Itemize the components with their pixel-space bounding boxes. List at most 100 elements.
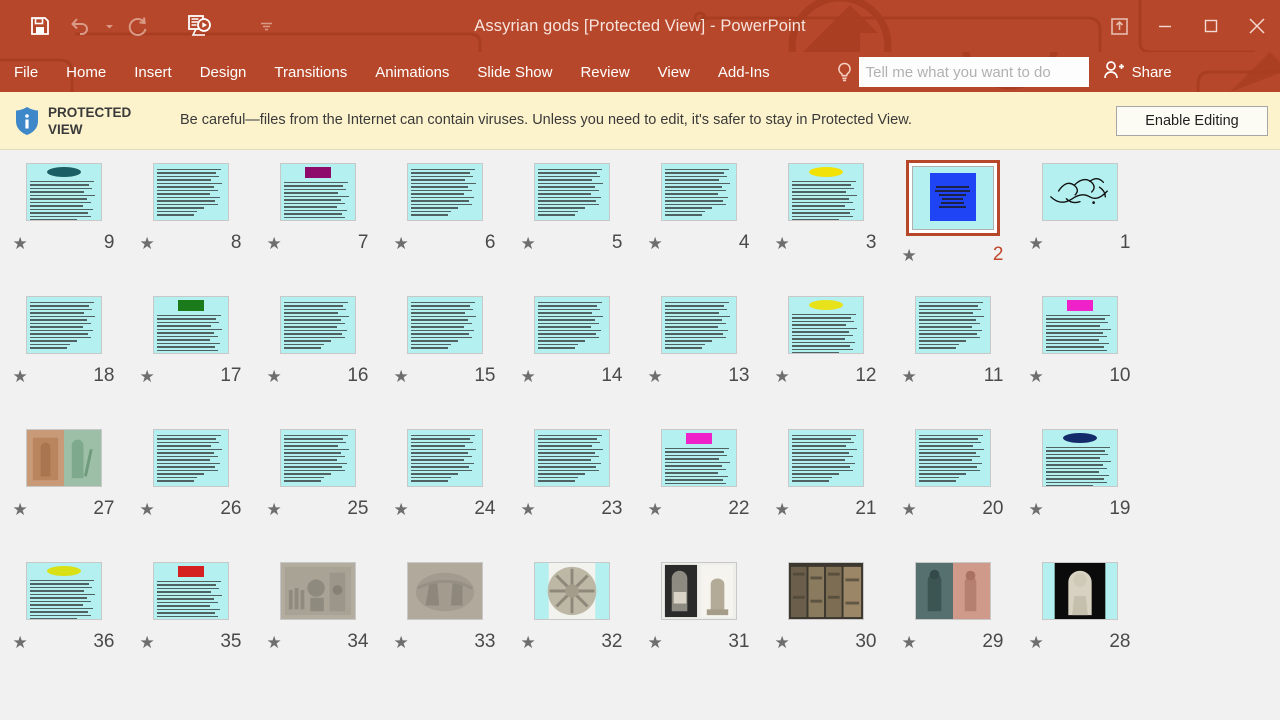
star-icon[interactable]: ★ (140, 634, 155, 651)
slide-thumbnail-8[interactable] (150, 160, 232, 224)
minimize-icon[interactable] (1142, 6, 1188, 46)
star-icon[interactable]: ★ (648, 634, 663, 651)
slide-thumbnail-17[interactable] (150, 293, 232, 357)
slide-thumbnail-cell[interactable]: ★ 29 (889, 559, 1016, 692)
star-icon[interactable]: ★ (521, 501, 536, 518)
slide-thumbnail-cell[interactable]: ★ 36 (0, 559, 127, 692)
close-icon[interactable] (1234, 6, 1280, 46)
star-icon[interactable]: ★ (267, 634, 282, 651)
star-icon[interactable]: ★ (775, 634, 790, 651)
star-icon[interactable]: ★ (902, 368, 917, 385)
star-icon[interactable]: ★ (267, 235, 282, 252)
slide-thumbnail-cell[interactable]: ★ 34 (254, 559, 381, 692)
slide-thumbnail-cell[interactable]: ★ 6 (381, 160, 508, 293)
slide-thumbnail-28[interactable] (1039, 559, 1121, 623)
star-icon[interactable]: ★ (902, 501, 917, 518)
enable-editing-button[interactable]: Enable Editing (1116, 106, 1268, 136)
slide-thumbnail-26[interactable] (150, 426, 232, 490)
star-icon[interactable]: ★ (521, 634, 536, 651)
star-icon[interactable]: ★ (521, 368, 536, 385)
slide-thumbnail-cell[interactable]: ★ 26 (127, 426, 254, 559)
slide-thumbnail-18[interactable] (23, 293, 105, 357)
star-icon[interactable]: ★ (140, 235, 155, 252)
share-button[interactable]: Share (1103, 52, 1178, 92)
slide-thumbnail-16[interactable] (277, 293, 359, 357)
slide-thumbnail-cell[interactable]: ★ 8 (127, 160, 254, 293)
slide-thumbnail-cell[interactable]: ★ 9 (0, 160, 127, 293)
menu-item-insert[interactable]: Insert (120, 52, 186, 92)
ribbon-display-options-icon[interactable] (1096, 6, 1142, 46)
star-icon[interactable]: ★ (648, 501, 663, 518)
menu-item-file[interactable]: File (0, 52, 52, 92)
slide-thumbnail-12[interactable] (785, 293, 867, 357)
customize-quick-access-toolbar-icon[interactable] (246, 6, 286, 46)
menu-item-transitions[interactable]: Transitions (260, 52, 361, 92)
star-icon[interactable]: ★ (267, 368, 282, 385)
slide-thumbnail-20[interactable] (912, 426, 994, 490)
slide-thumbnail-cell[interactable]: ★ 21 (762, 426, 889, 559)
slide-thumbnail-34[interactable] (277, 559, 359, 623)
star-icon[interactable]: ★ (140, 501, 155, 518)
star-icon[interactable]: ★ (775, 368, 790, 385)
slide-thumbnail-cell[interactable]: ★ 35 (127, 559, 254, 692)
slide-thumbnail-4[interactable] (658, 160, 740, 224)
slide-thumbnail-cell[interactable]: ★ 7 (254, 160, 381, 293)
slide-thumbnail-25[interactable] (277, 426, 359, 490)
slide-thumbnail-23[interactable] (531, 426, 613, 490)
slide-thumbnail-cell[interactable]: ★ 18 (0, 293, 127, 426)
slide-thumbnail-10[interactable] (1039, 293, 1121, 357)
slide-thumbnail-cell[interactable]: ★ 13 (635, 293, 762, 426)
star-icon[interactable]: ★ (13, 501, 28, 518)
star-icon[interactable]: ★ (1029, 634, 1044, 651)
slide-thumbnail-cell[interactable]: ★ 31 (635, 559, 762, 692)
menu-item-design[interactable]: Design (186, 52, 261, 92)
slide-thumbnail-cell[interactable]: ★ 33 (381, 559, 508, 692)
menu-item-animations[interactable]: Animations (361, 52, 463, 92)
slide-thumbnail-32[interactable] (531, 559, 613, 623)
slide-thumbnail-cell[interactable]: ★ 32 (508, 559, 635, 692)
menu-item-home[interactable]: Home (52, 52, 120, 92)
slide-thumbnail-15[interactable] (404, 293, 486, 357)
slide-thumbnail-cell[interactable]: ★ 19 (1016, 426, 1143, 559)
star-icon[interactable]: ★ (648, 368, 663, 385)
slide-thumbnail-cell[interactable]: ★ 10 (1016, 293, 1143, 426)
star-icon[interactable]: ★ (394, 501, 409, 518)
slide-thumbnail-7[interactable] (277, 160, 359, 224)
slide-thumbnail-cell[interactable]: ★ 16 (254, 293, 381, 426)
star-icon[interactable]: ★ (775, 501, 790, 518)
save-icon[interactable] (20, 6, 60, 46)
menu-item-add-ins[interactable]: Add-Ins (704, 52, 784, 92)
star-icon[interactable]: ★ (140, 368, 155, 385)
slide-thumbnail-30[interactable] (785, 559, 867, 623)
slide-thumbnail-6[interactable] (404, 160, 486, 224)
slide-thumbnail-cell[interactable]: ★ 14 (508, 293, 635, 426)
slide-thumbnail-cell[interactable]: ★ 5 (508, 160, 635, 293)
undo-icon[interactable] (60, 6, 100, 46)
slide-thumbnail-cell[interactable]: ★ 20 (889, 426, 1016, 559)
slide-thumbnail-2[interactable] (905, 160, 1000, 236)
star-icon[interactable]: ★ (521, 235, 536, 252)
slide-thumbnail-9[interactable] (23, 160, 105, 224)
star-icon[interactable]: ★ (13, 368, 28, 385)
slide-thumbnail-19[interactable] (1039, 426, 1121, 490)
star-icon[interactable]: ★ (775, 235, 790, 252)
slide-thumbnail-cell[interactable]: ★ 12 (762, 293, 889, 426)
star-icon[interactable]: ★ (267, 501, 282, 518)
star-icon[interactable]: ★ (1029, 368, 1044, 385)
slide-thumbnail-22[interactable] (658, 426, 740, 490)
slide-thumbnail-31[interactable] (658, 559, 740, 623)
star-icon[interactable]: ★ (902, 634, 917, 651)
star-icon[interactable]: ★ (394, 368, 409, 385)
slide-thumbnail-cell[interactable]: ★ 23 (508, 426, 635, 559)
slide-thumbnail-cell[interactable]: ★ 28 (1016, 559, 1143, 692)
slide-thumbnail-13[interactable] (658, 293, 740, 357)
slide-thumbnail-35[interactable] (150, 559, 232, 623)
slide-thumbnail-36[interactable] (23, 559, 105, 623)
slide-thumbnail-14[interactable] (531, 293, 613, 357)
slide-thumbnail-cell[interactable]: ★ 2 (889, 160, 1016, 293)
search-input[interactable]: Tell me what you want to do (858, 57, 1089, 87)
star-icon[interactable]: ★ (394, 634, 409, 651)
slide-thumbnail-27[interactable] (23, 426, 105, 490)
redo-icon[interactable] (118, 6, 158, 46)
menu-item-review[interactable]: Review (566, 52, 643, 92)
